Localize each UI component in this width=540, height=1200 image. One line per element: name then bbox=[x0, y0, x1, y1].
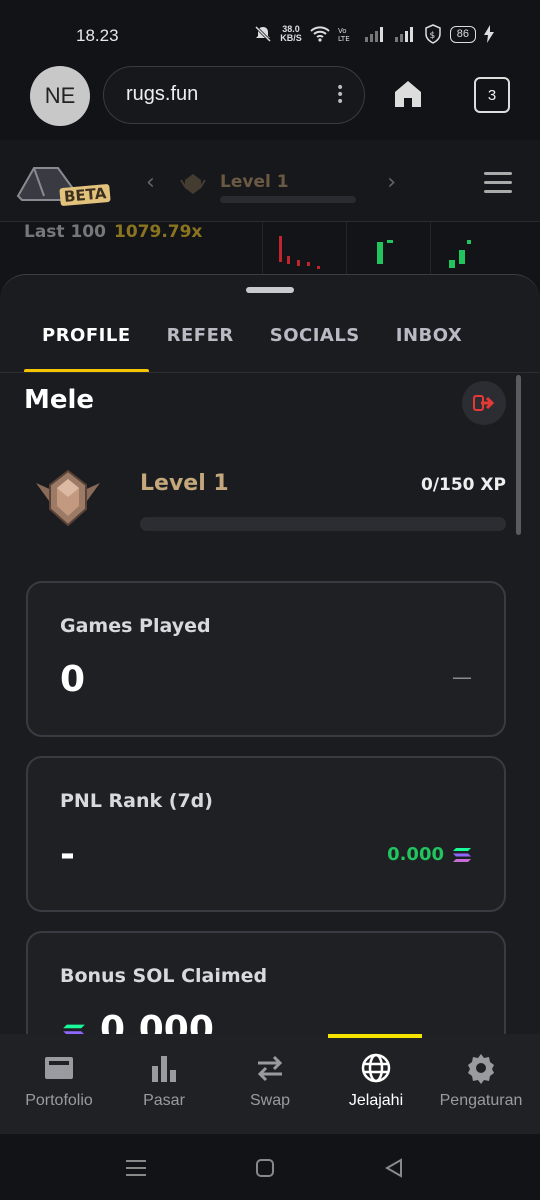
mini-chart-candles bbox=[279, 236, 320, 269]
signal-2-icon bbox=[394, 27, 413, 42]
logout-icon bbox=[473, 395, 495, 411]
wifi-icon bbox=[310, 26, 330, 42]
tab-socials[interactable]: SOCIALS bbox=[252, 317, 378, 373]
network-speed: 38.0 KB/S bbox=[280, 25, 302, 43]
nav-item-pengaturan[interactable]: Pengaturan bbox=[427, 1034, 535, 1134]
wallet-icon bbox=[45, 1057, 73, 1079]
shield-dollar-icon: $ bbox=[425, 24, 441, 44]
logout-button[interactable] bbox=[462, 381, 506, 425]
mini-chart-candles bbox=[449, 240, 471, 268]
chevron-right-icon[interactable]: › bbox=[387, 170, 396, 195]
nav-item-pasar[interactable]: Pasar bbox=[110, 1034, 218, 1134]
svg-text:LTE: LTE bbox=[338, 35, 350, 42]
last-100-label: Last 100 bbox=[24, 222, 106, 242]
pnl-sol-value: 0.000 bbox=[387, 844, 444, 865]
level-label: Level 1 bbox=[140, 471, 229, 496]
recents-icon[interactable] bbox=[125, 1158, 147, 1178]
games-played-title: Games Played bbox=[60, 615, 211, 637]
pnl-rank-value: - bbox=[60, 834, 75, 875]
sheet-drag-handle[interactable] bbox=[246, 287, 294, 293]
xp-progress-bar bbox=[140, 517, 506, 531]
pnl-sol-amount: 0.000 bbox=[387, 844, 472, 865]
last-100-value: 1079.79x bbox=[114, 222, 203, 242]
level-badge-icon bbox=[36, 469, 100, 527]
bonus-sol-value: 0.000 bbox=[100, 1009, 214, 1034]
sheet-tabs: PROFILE REFER SOCIALS INBOX bbox=[24, 317, 480, 373]
bar-chart-icon bbox=[152, 1056, 176, 1082]
tabs-count-button[interactable]: 3 bbox=[474, 77, 510, 113]
nav-label-swap: Swap bbox=[249, 1092, 291, 1109]
back-icon[interactable] bbox=[384, 1158, 404, 1178]
level-carousel: ‹ Level 1 › bbox=[146, 170, 396, 203]
games-played-aside: — bbox=[452, 665, 472, 689]
hamburger-menu-icon[interactable] bbox=[484, 172, 512, 199]
games-played-value: 0 bbox=[60, 659, 86, 700]
site-header: BETA ‹ Level 1 › bbox=[0, 140, 540, 222]
tabs-divider bbox=[0, 372, 540, 373]
address-bar[interactable]: rugs.fun • • • bbox=[103, 66, 365, 124]
nav-item-swap[interactable]: Swap bbox=[216, 1034, 324, 1134]
muted-bell-icon bbox=[255, 25, 272, 43]
username: Mele bbox=[24, 385, 95, 415]
tab-inbox[interactable]: INBOX bbox=[378, 317, 481, 373]
nav-label-portofolio: Portofolio bbox=[25, 1092, 93, 1109]
status-icons: 38.0 KB/S Vo LTE $ 86 bbox=[254, 24, 494, 44]
nav-item-portofolio[interactable]: Portofolio bbox=[5, 1034, 113, 1134]
charging-bolt-icon bbox=[484, 25, 494, 43]
nav-label-pasar: Pasar bbox=[143, 1092, 185, 1109]
globe-icon bbox=[361, 1053, 391, 1083]
pnl-rank-card: PNL Rank (7d) - 0.000 bbox=[26, 756, 506, 912]
battery-indicator: 86 bbox=[449, 25, 476, 43]
nav-label-jelajahi: Jelajahi bbox=[348, 1092, 404, 1109]
status-time: 18.23 bbox=[76, 26, 119, 45]
profile-avatar[interactable]: NE bbox=[30, 66, 90, 126]
system-navigation bbox=[0, 1134, 540, 1200]
home-icon[interactable] bbox=[392, 78, 424, 110]
bottom-navigation: Portofolio Pasar Swap Jelajahi Pengatura… bbox=[0, 1034, 540, 1134]
level-progress-small bbox=[220, 196, 356, 203]
tab-refer[interactable]: REFER bbox=[149, 317, 252, 373]
swap-arrows-icon bbox=[257, 1055, 283, 1082]
nav-item-jelajahi[interactable]: Jelajahi bbox=[322, 1034, 430, 1134]
mini-chart bbox=[346, 222, 430, 282]
level-label-small: Level 1 bbox=[220, 172, 289, 192]
history-strip: Last 100 1079.79x bbox=[0, 222, 540, 282]
gear-icon bbox=[468, 1054, 494, 1084]
solana-icon bbox=[63, 1024, 85, 1034]
volte-icon: VoLTE bbox=[338, 27, 350, 42]
home-circle-icon[interactable] bbox=[255, 1158, 275, 1178]
tab-profile[interactable]: PROFILE bbox=[24, 317, 149, 373]
browser-bar: NE rugs.fun • • • 3 bbox=[0, 66, 540, 130]
profile-sheet: PROFILE REFER SOCIALS INBOX Mele Level 1… bbox=[0, 274, 540, 1034]
pnl-rank-title: PNL Rank (7d) bbox=[60, 790, 213, 812]
mini-chart bbox=[262, 222, 346, 282]
games-played-card: Games Played 0 — bbox=[26, 581, 506, 737]
svg-text:$: $ bbox=[429, 31, 435, 41]
signal-icon bbox=[364, 27, 383, 42]
mini-chart-candles bbox=[377, 240, 393, 264]
chevron-left-icon[interactable]: ‹ bbox=[146, 170, 155, 195]
level-badge-small-icon bbox=[180, 174, 206, 194]
svg-text:Vo: Vo bbox=[338, 27, 347, 35]
bonus-sol-title: Bonus SOL Claimed bbox=[60, 965, 268, 987]
xp-label: 0/150 XP bbox=[420, 475, 506, 495]
scrollbar[interactable] bbox=[516, 375, 521, 535]
mini-chart bbox=[430, 222, 514, 282]
nav-label-pengaturan: Pengaturan bbox=[439, 1092, 523, 1109]
more-vert-icon[interactable]: • • • bbox=[336, 81, 344, 109]
solana-icon bbox=[453, 847, 471, 862]
network-speed-unit: KB/S bbox=[280, 33, 302, 43]
bonus-sol-card: Bonus SOL Claimed 0.000 bbox=[26, 931, 506, 1034]
url-text[interactable]: rugs.fun bbox=[126, 83, 198, 106]
status-bar: 18.23 38.0 KB/S Vo LTE $ 86 bbox=[0, 0, 540, 66]
